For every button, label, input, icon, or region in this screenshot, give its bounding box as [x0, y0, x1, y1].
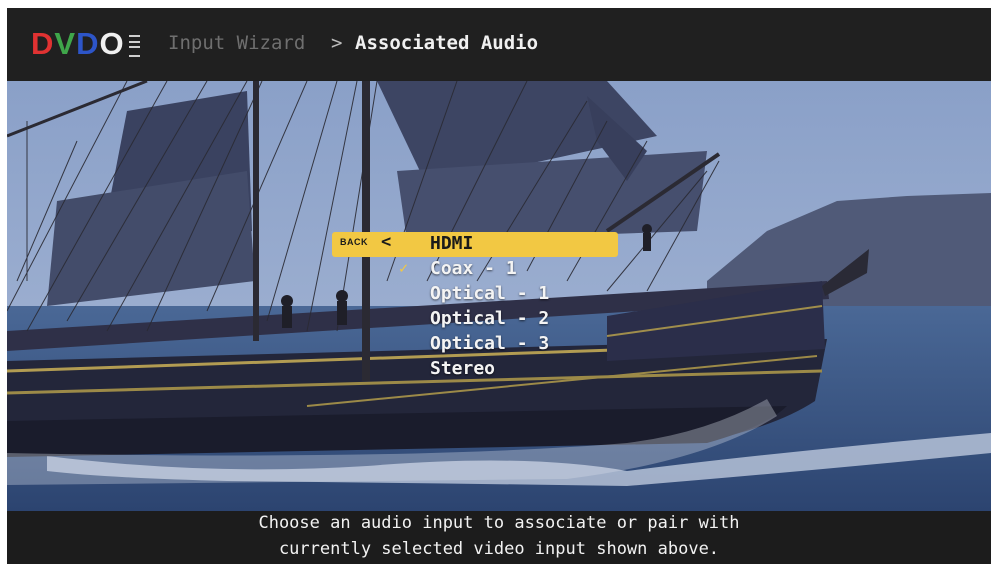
logo-mark-icon: [128, 35, 140, 57]
back-button[interactable]: BACK: [340, 237, 368, 247]
dvdo-logo: D V D O: [31, 26, 140, 62]
logo-letter-o: O: [99, 26, 125, 61]
video-background: BACK < ✓ HDMI Coax - 1 Optical - 1 Optic…: [7, 81, 991, 511]
menu-item-hdmi[interactable]: HDMI: [430, 233, 473, 254]
menu-item-optical-3[interactable]: Optical - 3: [430, 333, 549, 354]
menu-item-stereo[interactable]: Stereo: [430, 358, 495, 379]
menu-item-coax-1[interactable]: Coax - 1: [430, 258, 517, 279]
help-text: Choose an audio input to associate or pa…: [7, 511, 991, 564]
menu-item-optical-2[interactable]: Optical - 2: [430, 308, 549, 329]
logo-letter-d1: D: [31, 26, 55, 61]
help-text-line-2: currently selected video input shown abo…: [278, 539, 720, 559]
breadcrumb-separator: >: [331, 32, 343, 54]
logo-letter-d2: D: [76, 26, 100, 61]
help-text-line-1: Choose an audio input to associate or pa…: [258, 513, 740, 533]
menu-item-optical-1[interactable]: Optical - 1: [430, 283, 549, 304]
logo-letter-v: V: [54, 26, 77, 61]
header-bar: D V D O Input Wizard > Associated Audio: [7, 8, 991, 81]
page-title: Associated Audio: [355, 32, 539, 54]
breadcrumb-parent[interactable]: Input Wizard: [168, 32, 305, 54]
tv-screen: D V D O Input Wizard > Associated Audio: [7, 8, 991, 564]
